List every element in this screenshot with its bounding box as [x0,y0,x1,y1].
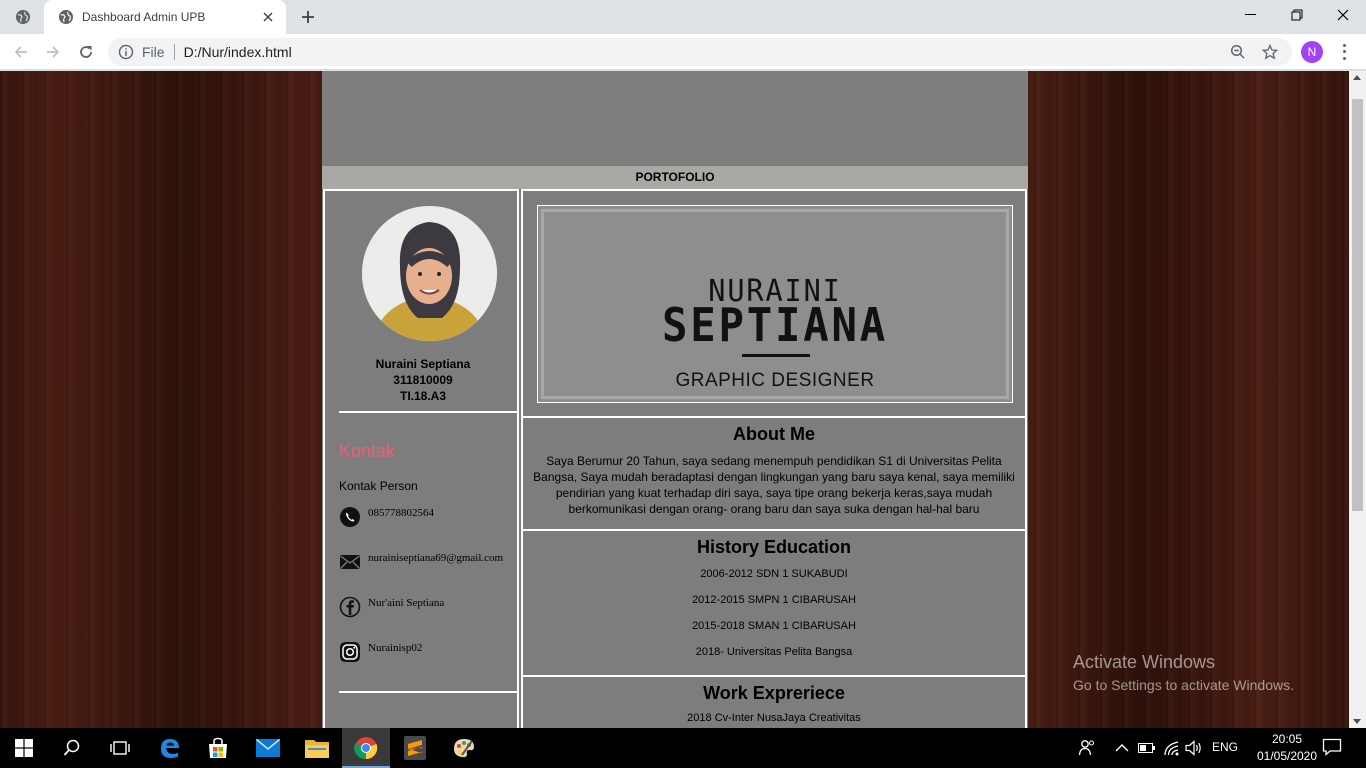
clock-time: 20:05 [1271,732,1303,746]
instagram-icon [340,642,360,662]
info-icon[interactable] [118,44,134,60]
logo-frame: NURAINI SEPTIANA GRAPHIC DESIGNER [541,209,1009,399]
logo-card: NURAINI SEPTIANA GRAPHIC DESIGNER [537,205,1013,403]
bookmark-star-icon[interactable] [1260,42,1280,62]
nav-title: PORTOFOLIO [322,166,1028,189]
browser-tab[interactable]: Dashboard Admin UPB [44,0,286,34]
contact-email: nurainiseptiana69@gmail.com [339,551,503,573]
whatsapp-icon [340,507,360,527]
browser-toolbar: File D:/Nur/index.html N [0,34,1366,70]
contact-facebook-text: Nur'aini Septiana [368,597,445,609]
notification-icon[interactable] [1322,738,1344,758]
contact-instagram: Nurainisp02 [339,641,422,663]
file-explorer-icon[interactable] [293,728,341,768]
profile-name: Nuraini Septiana [375,357,471,371]
system-clock[interactable]: 20:05 01/05/2020 [1252,731,1322,765]
close-tab-icon[interactable] [260,9,276,25]
back-arrow-icon[interactable] [9,40,33,64]
language-indicator[interactable]: ENG [1212,740,1238,754]
email-icon [340,555,360,569]
new-tab-button[interactable] [296,6,320,28]
education-item: 2006-2012 SDN 1 SUKABUDI [700,568,848,580]
battery-icon[interactable] [1137,738,1157,758]
education-section: History Education 2006-2012 SDN 1 SUKABU… [521,529,1027,677]
work-title: Work Expreriece [703,683,845,703]
work-item: 2018 Cv-Inter NusaJaya Creativitas [687,712,861,724]
logo-tagline: GRAPHIC DESIGNER [675,370,875,391]
activation-watermark: Activate Windows Go to Settings to activ… [1073,652,1294,693]
volume-icon[interactable] [1184,738,1204,758]
watermark-title: Activate Windows [1073,652,1216,672]
close-window-button[interactable] [1320,0,1366,30]
sidebar-divider [339,411,517,413]
globe-icon [59,10,73,24]
reload-icon[interactable] [74,40,98,64]
url-scheme: File [142,44,165,60]
contact-instagram-text: Nurainisp02 [368,642,423,654]
profile-class: TI.18.A3 [399,389,447,403]
contact-phone: 085778802564 [339,506,434,528]
portfolio-page: PORTOFOLIO Nuraini Septiana 311810009 TI… [322,71,1028,728]
education-item: 2015-2018 SMAN 1 CIBARUSAH [692,620,856,632]
scrollbar-thumb[interactable] [1352,99,1363,511]
about-section: About Me Saya Berumur 20 Tahun, saya sed… [521,416,1027,531]
search-icon[interactable] [48,728,96,768]
forward-arrow-icon[interactable] [41,40,65,64]
about-title: About Me [733,424,815,444]
contact-email-text: nurainiseptiana69@gmail.com [368,552,504,564]
scroll-up-arrow-icon[interactable] [1353,75,1361,80]
facebook-icon [339,596,361,618]
education-item: 2012-2015 SMPN 1 CIBARUSAH [692,594,856,606]
profile-sidebar: Nuraini Septiana 311810009 TI.18.A3 Kont… [323,189,519,728]
main-content: NURAINI SEPTIANA GRAPHIC DESIGNER About … [521,189,1027,728]
clock-date: 01/05/2020 [1256,749,1318,763]
edge-icon[interactable] [146,728,194,768]
profile-nim: 311810009 [393,373,453,387]
chrome-taskbar-icon[interactable] [342,728,390,768]
paint-icon[interactable] [440,728,488,768]
contact-phone-text: 085778802564 [368,507,434,519]
education-item: 2018- Universitas Pelita Bangsa [695,646,853,658]
about-body: Saya Berumur 20 Tahun, saya sedang menem… [533,454,1015,516]
start-button[interactable] [0,728,48,768]
page-viewport: PORTOFOLIO Nuraini Septiana 311810009 TI… [0,71,1349,728]
education-title: History Education [696,537,852,557]
browser-menu-icon[interactable] [1336,42,1352,62]
url-text[interactable]: D:/Nur/index.html [184,44,1228,60]
logo-last-name: SEPTIANA [662,298,888,352]
wifi-icon[interactable] [1162,738,1182,758]
contact-label: Kontak Person [339,479,418,493]
sidebar-divider [339,691,517,693]
profile-avatar[interactable]: N [1301,41,1323,63]
zoom-icon[interactable] [1228,42,1248,62]
logo-section: NURAINI SEPTIANA GRAPHIC DESIGNER [521,189,1027,418]
logo-underline [742,354,810,357]
contact-heading: Kontak [339,441,396,461]
header-banner [322,71,1028,166]
page-scrollbar[interactable] [1349,71,1366,728]
chevron-up-icon[interactable] [1112,738,1132,758]
restore-button[interactable] [1274,0,1320,30]
tab-strip: Dashboard Admin UPB [0,0,1366,34]
people-icon[interactable] [1077,738,1097,758]
windows-taskbar: ENG 20:05 01/05/2020 [0,728,1366,768]
address-bar[interactable]: File D:/Nur/index.html [108,38,1292,66]
profile-photo [362,206,497,341]
task-view-icon[interactable] [96,728,144,768]
url-separator [173,44,175,60]
mail-icon[interactable] [244,728,292,768]
watermark-subtitle: Go to Settings to activate Windows. [1073,677,1294,693]
work-section: Work Expreriece 2018 Cv-Inter NusaJaya C… [521,675,1027,728]
windows-logo-icon [15,739,33,757]
contact-facebook: Nur'aini Septiana [339,596,444,618]
sublime-text-icon[interactable] [391,728,439,768]
tab-title: Dashboard Admin UPB [82,10,206,24]
scroll-down-arrow-icon[interactable] [1353,719,1361,724]
store-icon[interactable] [194,728,242,768]
minimize-button[interactable] [1228,0,1274,30]
globe-icon[interactable] [14,8,32,26]
